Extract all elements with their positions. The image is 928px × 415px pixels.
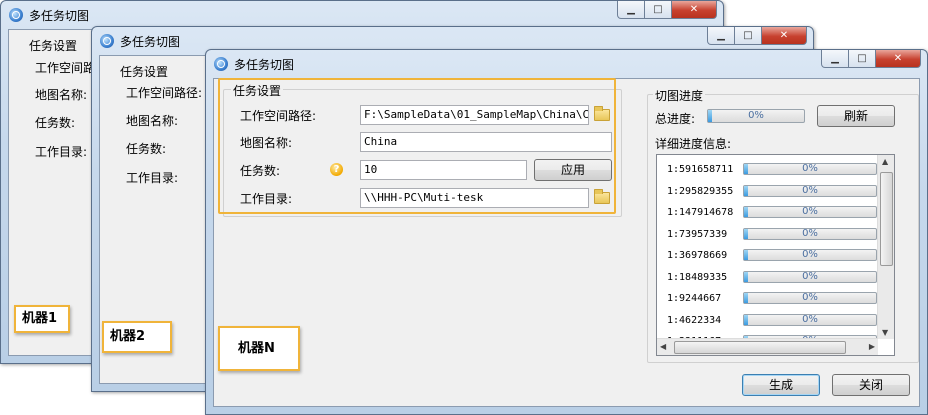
scale-progress-bar: 0% (743, 184, 877, 197)
scale-label: 1:4622334 (667, 314, 722, 326)
scroll-down-arrow-icon[interactable]: ▼ (882, 328, 888, 337)
app-globe-icon (214, 57, 228, 71)
machine-label: 机器N (218, 326, 300, 371)
maximize-button[interactable]: □ (644, 1, 672, 19)
map-name-label: 地图名称: (126, 114, 179, 128)
workspace-label: 工作空间路径: (126, 86, 203, 100)
scale-progress-text: 0% (802, 163, 818, 174)
task-count-label: 任务数: (35, 116, 76, 130)
scale-label: 1:73957339 (667, 228, 728, 240)
minimize-button[interactable]: ▁ (617, 1, 645, 19)
task-count-label: 任务数: (240, 164, 281, 178)
detail-progress-list[interactable]: 1:591658711 0% 1:295829355 0% 1:147914678 0% 1… (656, 154, 895, 356)
scroll-right-arrow-icon[interactable]: ▶ (869, 342, 875, 351)
close-window-button[interactable]: ✕ (671, 1, 717, 19)
total-progress-text: 0% (748, 110, 764, 121)
scale-progress-bar: 0% (743, 313, 877, 326)
scale-label: 1:18489335 (667, 271, 728, 283)
scale-progress-text: 0% (802, 206, 818, 217)
minimize-button[interactable]: ▁ (821, 50, 849, 68)
work-dir-field[interactable]: \\HHH-PC\Muti-tesk (360, 188, 589, 208)
browse-folder-icon[interactable] (594, 189, 610, 204)
task-settings-title: 任务设置 (231, 82, 284, 99)
work-dir-label: 工作目录: (126, 171, 179, 185)
machine-label: 机器2 (102, 321, 172, 353)
map-name-label: 地图名称: (35, 88, 88, 102)
task-count-field[interactable]: 10 (360, 160, 527, 180)
titlebar[interactable]: 多任务切图 ▁ □ ✕ (1, 1, 723, 29)
workspace-path-field[interactable]: F:\SampleData\01_SampleMap\China\Chin (360, 105, 589, 125)
scale-progress-text: 0% (802, 313, 818, 325)
maximize-button[interactable]: □ (734, 27, 762, 45)
scale-progress-bar: 0% (743, 163, 877, 175)
work-dir-label: 工作目录: (240, 192, 293, 206)
workspace-label: 工作空间路 (35, 61, 96, 75)
scale-progress-bar: 0% (743, 270, 877, 283)
maximize-button[interactable]: □ (848, 50, 876, 68)
workspace-label: 工作空间路径: (240, 109, 317, 123)
window-title: 多任务切图 (234, 58, 295, 72)
group-title: 任务设置 (118, 63, 171, 80)
refresh-button[interactable]: 刷新 (817, 105, 895, 127)
app-globe-icon (100, 34, 114, 48)
scale-progress-text: 0% (802, 292, 818, 303)
map-name-label: 地图名称: (240, 136, 293, 150)
scale-label: 1:147914678 (667, 207, 734, 218)
detail-progress-label: 详细进度信息: (655, 137, 732, 151)
map-name-field[interactable]: China (360, 132, 612, 152)
titlebar[interactable]: 多任务切图 ▁ □ ✕ (206, 50, 927, 78)
scale-label: 1:591658711 (667, 164, 734, 175)
help-icon[interactable]: ? (330, 163, 343, 176)
scale-progress-bar: 0% (743, 227, 877, 240)
window-title: 多任务切图 (120, 35, 181, 49)
generate-button[interactable]: 生成 (742, 374, 820, 396)
scale-progress-text: 0% (802, 184, 818, 196)
scroll-up-arrow-icon[interactable]: ▲ (882, 157, 888, 166)
machine-label: 机器1 (14, 305, 70, 333)
window-machine-n: 多任务切图 ▁ □ ✕ 任务设置 工作空间路径: F:\SampleData\0… (205, 49, 928, 415)
total-progress-label: 总进度: (655, 112, 696, 126)
vertical-scrollbar[interactable]: ▲ ▼ (877, 155, 894, 339)
scale-progress-bar: 0% (743, 292, 877, 304)
scale-progress-text: 0% (802, 270, 818, 282)
scroll-thumb[interactable] (674, 341, 846, 354)
close-button[interactable]: 关闭 (832, 374, 910, 396)
apply-button[interactable]: 应用 (534, 159, 612, 181)
minimize-button[interactable]: ▁ (707, 27, 735, 45)
window-title: 多任务切图 (29, 9, 90, 23)
task-count-label: 任务数: (126, 142, 167, 156)
scale-progress-text: 0% (802, 249, 818, 260)
client-area: 任务设置 工作空间路径: F:\SampleData\01_SampleMap\… (213, 78, 920, 407)
group-title: 任务设置 (27, 37, 80, 54)
scale-label: 1:295829355 (667, 185, 734, 197)
work-dir-label: 工作目录: (35, 145, 88, 159)
close-window-button[interactable]: ✕ (761, 27, 807, 45)
scale-progress-bar: 0% (743, 206, 877, 218)
close-window-button[interactable]: ✕ (875, 50, 921, 68)
total-progress-bar: 0% (707, 109, 805, 123)
scroll-left-arrow-icon[interactable]: ◀ (660, 342, 666, 351)
app-globe-icon (9, 8, 23, 22)
scroll-thumb[interactable] (880, 172, 893, 266)
scale-progress-text: 0% (802, 227, 818, 239)
scale-progress-bar: 0% (743, 249, 877, 261)
scale-label: 1:9244667 (667, 293, 722, 304)
browse-folder-icon[interactable] (594, 106, 610, 121)
horizontal-scrollbar[interactable]: ◀ ▶ (657, 338, 878, 355)
progress-group-title: 切图进度 (653, 87, 706, 104)
scale-label: 1:36978669 (667, 250, 728, 261)
